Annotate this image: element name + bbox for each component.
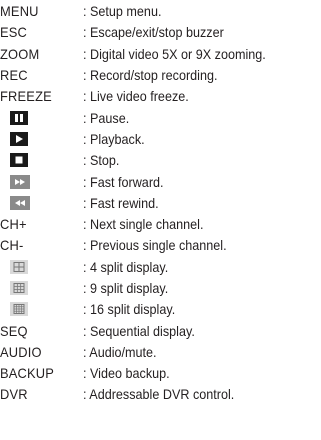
legend-row-freeze: FREEZE : Live video freeze.: [0, 86, 321, 107]
legend-row-ch-plus: CH+ : Next single channel.: [0, 214, 321, 235]
key-description-split-16: : 16 split display.: [83, 301, 176, 318]
key-description-seq: : Sequential display.: [83, 322, 195, 339]
legend-row-dvr: DVR : Addressable DVR control.: [0, 384, 321, 405]
key-label-rec: REC: [0, 67, 28, 84]
key-description-audio: : Audio/mute.: [83, 343, 157, 360]
key-description-dvr: : Addressable DVR control.: [83, 386, 235, 403]
legend-row-stop: : Stop.: [0, 150, 321, 171]
key-label-backup: BACKUP: [0, 365, 55, 382]
legend-row-split-16: : 16 split display.: [0, 299, 321, 320]
key-description-play: : Playback.: [83, 130, 145, 147]
legend-row-menu: MENU : Setup menu.: [0, 1, 321, 22]
legend-row-esc: ESC : Escape/exit/stop buzzer: [0, 22, 321, 43]
split-9-icon: [10, 281, 28, 295]
key-label-audio: AUDIO: [0, 343, 42, 360]
legend-row-split-9: : 9 split display.: [0, 278, 321, 299]
legend-row-fast-forward: : Fast forward.: [0, 171, 321, 192]
key-label-dvr: DVR: [0, 386, 28, 403]
key-description-backup: : Video backup.: [83, 365, 170, 382]
legend-row-pause: : Pause.: [0, 107, 321, 128]
key-description-stop: : Stop.: [83, 152, 120, 169]
play-icon: [10, 131, 28, 146]
legend-row-ch-minus: CH- : Previous single channel.: [0, 235, 321, 256]
key-description-pause: : Pause.: [83, 109, 130, 126]
key-description-split-9: : 9 split display.: [83, 280, 169, 296]
key-description-rec: : Record/stop recording.: [83, 67, 218, 84]
legend-row-backup: BACKUP : Video backup.: [0, 363, 321, 384]
key-description-ch-minus: : Previous single channel.: [83, 237, 227, 254]
key-description-freeze: : Live video freeze.: [83, 88, 189, 105]
pause-icon: [10, 110, 28, 125]
key-description-ch-plus: : Next single channel.: [83, 216, 204, 233]
legend-row-zoom: ZOOM : Digital video 5X or 9X zooming.: [0, 44, 321, 65]
key-description-fast-forward: : Fast forward.: [83, 173, 164, 190]
key-label-menu: MENU: [0, 3, 39, 20]
fast-forward-icon: [10, 174, 30, 189]
legend-row-rec: REC : Record/stop recording.: [0, 65, 321, 86]
legend-row-play: : Playback.: [0, 129, 321, 150]
stop-icon: [10, 153, 28, 168]
split-4-icon: [10, 259, 28, 274]
fast-rewind-icon: [10, 195, 30, 210]
key-label-ch-plus: CH+: [0, 216, 27, 233]
legend-row-split-4: : 4 split display.: [0, 257, 321, 278]
key-description-fast-rewind: : Fast rewind.: [83, 194, 159, 211]
key-label-ch-minus: CH-: [0, 237, 24, 254]
key-description-esc: : Escape/exit/stop buzzer: [83, 24, 224, 41]
legend-row-fast-rewind: : Fast rewind.: [0, 193, 321, 214]
button-legend-list: MENU : Setup menu. ESC : Escape/exit/sto…: [0, 1, 321, 406]
key-label-esc: ESC: [0, 24, 28, 41]
legend-row-audio: AUDIO : Audio/mute.: [0, 342, 321, 363]
legend-row-seq: SEQ : Sequential display.: [0, 320, 321, 341]
split-16-icon: [10, 302, 28, 317]
key-label-zoom: ZOOM: [0, 45, 40, 62]
key-description-menu: : Setup menu.: [83, 3, 162, 20]
key-description-zoom: : Digital video 5X or 9X zooming.: [83, 45, 266, 62]
key-label-seq: SEQ: [0, 322, 28, 339]
key-label-freeze: FREEZE: [0, 88, 52, 105]
key-description-split-4: : 4 split display.: [83, 258, 169, 275]
